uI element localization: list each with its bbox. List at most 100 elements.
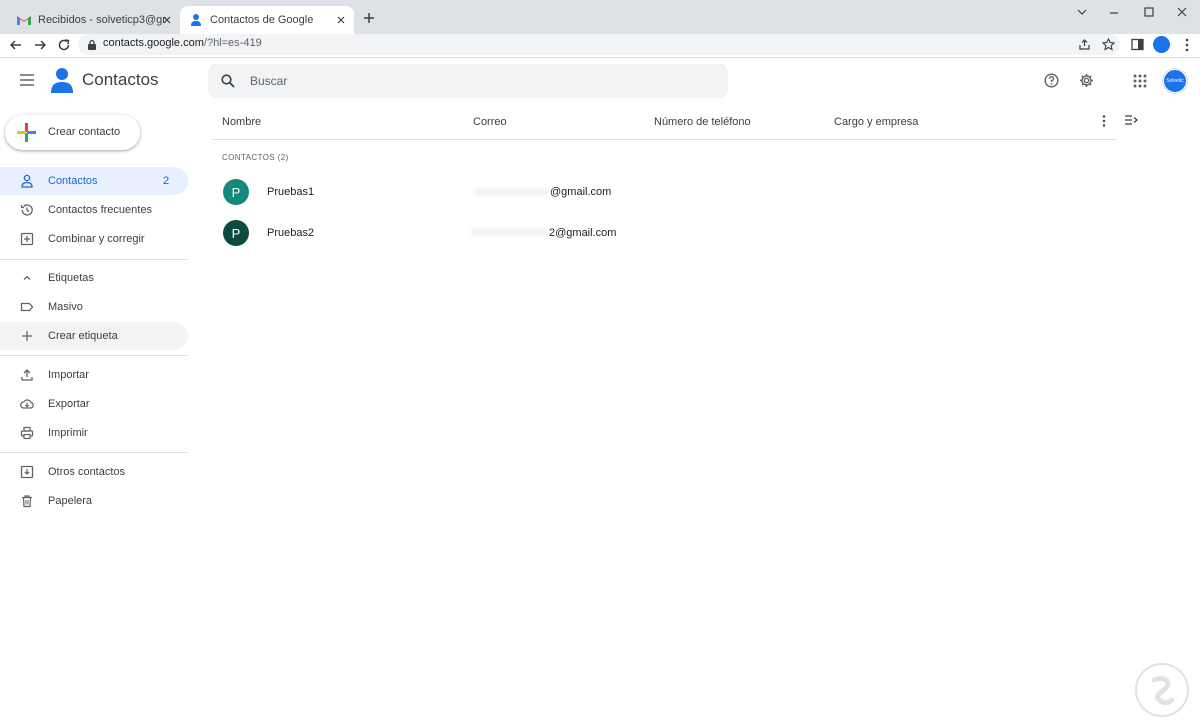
sidebar-item-label: Exportar bbox=[48, 398, 90, 410]
search-box[interactable] bbox=[208, 64, 728, 98]
table-row[interactable]: P Pruebas1 @gmail.com bbox=[213, 173, 1117, 211]
avatar-initial: P bbox=[231, 225, 241, 241]
search-icon[interactable] bbox=[221, 74, 235, 88]
trash-icon bbox=[22, 495, 32, 508]
sidebar-item-import[interactable]: Importar bbox=[0, 361, 188, 389]
search-input[interactable] bbox=[250, 72, 690, 90]
contacts-count-badge: 2 bbox=[163, 175, 170, 187]
url-path: /?hl=es-419 bbox=[203, 37, 262, 49]
side-panel-icon[interactable] bbox=[1131, 38, 1144, 51]
divider bbox=[0, 57, 1200, 58]
url-host: contacts.google.com bbox=[103, 37, 204, 49]
column-header-phone: Número de teléfono bbox=[654, 116, 751, 128]
redacted-email-part bbox=[473, 189, 548, 195]
column-settings-icon[interactable] bbox=[1124, 114, 1138, 126]
label-icon bbox=[20, 302, 34, 312]
bookmark-star-icon[interactable] bbox=[1102, 38, 1115, 51]
close-tab-icon[interactable] bbox=[160, 13, 174, 27]
sidebar-item-frequent[interactable]: Contactos frecuentes bbox=[0, 196, 188, 224]
menu-icon[interactable] bbox=[19, 73, 35, 87]
create-contact-label: Crear contacto bbox=[48, 126, 121, 138]
settings-gear-icon[interactable] bbox=[1079, 73, 1094, 88]
chevron-up-icon bbox=[23, 275, 31, 280]
app-title: Contactos bbox=[82, 70, 159, 89]
avatar-initial: P bbox=[231, 184, 241, 200]
sidebar-item-label-masivo[interactable]: Masivo bbox=[0, 293, 188, 321]
sidebar-item-contacts[interactable]: Contactos 2 bbox=[0, 167, 188, 195]
back-icon[interactable] bbox=[8, 37, 24, 53]
history-icon bbox=[20, 204, 33, 216]
maximize-icon[interactable] bbox=[1139, 4, 1159, 20]
sidebar-item-other-contacts[interactable]: Otros contactos bbox=[0, 458, 188, 486]
help-icon[interactable] bbox=[1044, 73, 1059, 88]
contact-name: Pruebas1 bbox=[267, 186, 315, 198]
column-header-name[interactable]: Nombre bbox=[222, 116, 261, 128]
create-contact-button[interactable]: Crear contacto bbox=[5, 115, 140, 150]
sidebar-item-merge[interactable]: Combinar y corregir bbox=[0, 225, 188, 253]
browser-toolbar: contacts.google.com/?hl=es-419 bbox=[0, 34, 1200, 56]
tab-contacts[interactable]: Contactos de Google bbox=[180, 6, 354, 34]
reload-icon[interactable] bbox=[56, 37, 72, 53]
archive-icon bbox=[20, 465, 34, 479]
sidebar-item-label: Importar bbox=[48, 369, 89, 381]
lock-icon bbox=[88, 39, 96, 50]
labels-header: Etiquetas bbox=[48, 272, 94, 284]
merge-icon bbox=[20, 232, 34, 246]
upload-icon bbox=[21, 369, 33, 381]
close-window-icon[interactable] bbox=[1172, 4, 1192, 20]
contact-avatar[interactable]: P bbox=[223, 179, 249, 205]
avatar-text: Solvetic bbox=[1166, 78, 1184, 84]
profile-avatar[interactable] bbox=[1153, 36, 1170, 53]
tab-title: Contactos de Google bbox=[210, 14, 314, 26]
minimize-icon[interactable] bbox=[1104, 4, 1124, 20]
contact-name: Pruebas2 bbox=[267, 227, 315, 239]
divider bbox=[0, 452, 188, 453]
sidebar-item-label: Papelera bbox=[48, 495, 93, 507]
contacts-logo-icon bbox=[51, 68, 73, 93]
contacts-icon bbox=[191, 14, 201, 26]
print-icon bbox=[20, 426, 34, 440]
account-avatar[interactable]: Solvetic bbox=[1163, 69, 1187, 93]
browser-tab-strip: Recibidos - solveticp3@gmail.co Contacto… bbox=[0, 0, 1200, 34]
address-bar[interactable]: contacts.google.com/?hl=es-419 bbox=[78, 34, 1120, 55]
sidebar-item-print[interactable]: Imprimir bbox=[0, 419, 188, 447]
person-icon bbox=[21, 174, 33, 188]
sidebar-item-export[interactable]: Exportar bbox=[0, 390, 188, 418]
apps-grid-icon[interactable] bbox=[1133, 74, 1147, 88]
sidebar-item-label: Imprimir bbox=[48, 427, 88, 439]
watermark-logo-icon bbox=[1135, 663, 1189, 717]
divider bbox=[213, 139, 1117, 140]
contact-email: @gmail.com bbox=[550, 186, 612, 198]
sidebar-item-label: Otros contactos bbox=[48, 466, 126, 478]
cloud-download-icon bbox=[20, 399, 34, 409]
table-row[interactable]: P Pruebas2 2@gmail.com bbox=[213, 214, 1117, 252]
divider bbox=[0, 259, 188, 260]
contact-avatar[interactable]: P bbox=[223, 220, 249, 246]
sidebar-item-label: Crear etiqueta bbox=[48, 330, 118, 342]
sidebar-item-label: Combinar y corregir bbox=[48, 233, 145, 245]
gmail-icon bbox=[17, 16, 31, 25]
column-header-job: Cargo y empresa bbox=[834, 116, 919, 128]
tab-gmail[interactable]: Recibidos - solveticp3@gmail.co bbox=[8, 6, 180, 34]
sidebar-item-label: Masivo bbox=[48, 301, 83, 313]
url-text: contacts.google.com/?hl=es-419 bbox=[103, 37, 262, 49]
tab-title: Recibidos - solveticp3@gmail.co bbox=[38, 14, 166, 26]
sidebar-item-trash[interactable]: Papelera bbox=[0, 487, 188, 515]
plus-icon bbox=[22, 331, 32, 341]
share-icon[interactable] bbox=[1078, 38, 1091, 51]
new-tab-icon[interactable] bbox=[361, 10, 377, 26]
close-tab-icon[interactable] bbox=[334, 13, 348, 27]
sidebar-item-label: Contactos bbox=[48, 175, 98, 187]
redacted-email-part bbox=[471, 229, 549, 235]
sidebar-item-label: Contactos frecuentes bbox=[48, 204, 152, 216]
column-header-email: Correo bbox=[473, 116, 507, 128]
contacts-section-label: CONTACTOS (2) bbox=[222, 153, 289, 162]
list-more-vert-icon[interactable] bbox=[1098, 114, 1110, 128]
tab-search-icon[interactable] bbox=[1072, 4, 1092, 20]
contact-email: 2@gmail.com bbox=[549, 227, 617, 239]
sidebar-item-create-label[interactable]: Crear etiqueta bbox=[0, 322, 188, 350]
forward-icon[interactable] bbox=[32, 37, 48, 53]
labels-section-toggle[interactable]: Etiquetas bbox=[0, 264, 188, 292]
plus-colored-icon bbox=[17, 123, 36, 142]
more-vert-icon[interactable] bbox=[1180, 37, 1194, 53]
